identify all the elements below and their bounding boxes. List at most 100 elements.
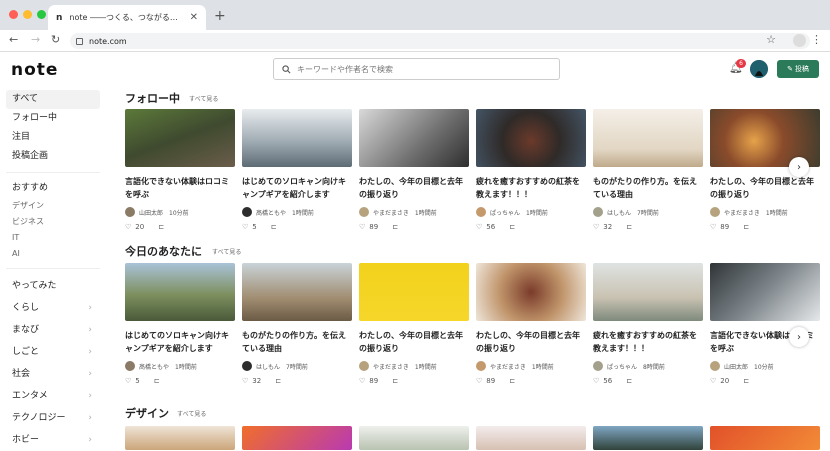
close-window-button[interactable] [9, 10, 18, 19]
heart-icon[interactable]: ♡ [125, 223, 131, 231]
article-author[interactable]: 髙橋ともや 1時間前 [125, 361, 235, 371]
user-avatar[interactable] [750, 60, 768, 78]
article-card[interactable]: ものがたりの作り方。を伝えている理由 はしもん 7時間前 ♡ 32 ⊏ [242, 263, 352, 386]
bookmark-icon[interactable]: ⊏ [271, 223, 277, 231]
sidebar-cat-technology[interactable]: テクノロジー › [6, 407, 100, 429]
sidebar-sub-business[interactable]: ビジネス [6, 214, 100, 230]
bookmark-icon[interactable]: ⊏ [509, 223, 515, 231]
minimize-window-button[interactable] [23, 10, 32, 19]
tab-close-icon[interactable]: ✕ [190, 12, 198, 23]
bookmark-icon[interactable]: ⊏ [743, 377, 749, 385]
article-card[interactable]: ものがたりの作り方。を伝えている理由 はしもん 7時間前 ♡ 32 ⊏ [593, 109, 703, 232]
article-author[interactable]: ぱっちゃん 1時間前 [476, 207, 586, 217]
sidebar-cat-work[interactable]: しごと › [6, 341, 100, 363]
heart-icon[interactable]: ♡ [359, 377, 365, 385]
article-thumbnail[interactable] [242, 426, 352, 450]
bookmark-icon[interactable]: ⊏ [392, 377, 398, 385]
address-bar[interactable]: note.com [70, 33, 810, 49]
heart-icon[interactable]: ♡ [476, 377, 482, 385]
search-box[interactable] [273, 58, 560, 80]
sidebar-cat-hobby[interactable]: ホビー › [6, 429, 100, 451]
note-logo[interactable]: note [11, 60, 58, 80]
article-author[interactable]: やまだまさき 1時間前 [476, 361, 586, 371]
article-thumbnail[interactable] [476, 109, 586, 167]
article-card[interactable]: わたしの、今年の目標と去年の振り返り やまだまさき 1時間前 ♡ 89 ⊏ [359, 263, 469, 386]
heart-icon[interactable]: ♡ [359, 223, 365, 231]
article-title[interactable]: はじめてのソロキャン向けキャンプギアを紹介します [125, 329, 235, 355]
sidebar-item-contests[interactable]: 投稿企画 [6, 147, 100, 166]
article-thumbnail[interactable] [476, 263, 586, 321]
article-card[interactable]: 言語化できない体験はロコミを呼ぶ 山田太郎 10分前 ♡ 20 ⊏ [125, 109, 235, 232]
article-title[interactable]: わたしの、今年の目標と去年の振り返り [710, 175, 820, 201]
article-card[interactable]: 疲れを癒すおすすめの紅茶を教えます！！！ ぱっちゃん 8時間前 ♡ 56 ⊏ [593, 263, 703, 386]
heart-icon[interactable]: ♡ [710, 377, 716, 385]
carousel-next-button[interactable]: › [789, 157, 809, 177]
sidebar-sub-it[interactable]: IT [6, 230, 100, 246]
reload-icon[interactable]: ↻ [51, 33, 60, 46]
article-thumbnail[interactable] [242, 109, 352, 167]
article-thumbnail[interactable] [593, 426, 703, 450]
article-thumbnail[interactable] [125, 109, 235, 167]
sidebar-cat-tried[interactable]: やってみた [6, 275, 100, 297]
article-card[interactable]: はじめてのソロキャン向けキャンプギアを紹介します 髙橋ともや 1時間前 ♡ 5 ⊏ [125, 263, 235, 386]
bookmark-icon[interactable]: ⊏ [626, 223, 632, 231]
heart-icon[interactable]: ♡ [476, 223, 482, 231]
article-title[interactable]: わたしの、今年の目標と去年の振り返り [359, 175, 469, 201]
article-thumbnail[interactable] [710, 426, 820, 450]
article-author[interactable]: ぱっちゃん 8時間前 [593, 361, 703, 371]
article-title[interactable]: わたしの、今年の目標と去年の振り返り [359, 329, 469, 355]
browser-profile-avatar[interactable] [793, 34, 806, 47]
article-author[interactable]: はしもん 7時間前 [242, 361, 352, 371]
see-all-for-you-link[interactable]: すべて見る [212, 247, 241, 256]
article-card[interactable]: わたしの、今年の目標と去年の振り返り やまだまさき 1時間前 ♡ 89 ⊏ [476, 263, 586, 386]
article-author[interactable]: やまだまさき 1時間前 [359, 207, 469, 217]
article-author[interactable]: 山田太郎 10分前 [125, 207, 235, 217]
sidebar-item-featured[interactable]: 注目 [6, 128, 100, 147]
article-card[interactable]: わたしの、今年の目標と去年の振り返り やまだまさき 1時間前 ♡ 89 ⊏ [359, 109, 469, 232]
heart-icon[interactable]: ♡ [242, 377, 248, 385]
bookmark-icon[interactable]: ⊏ [626, 377, 632, 385]
post-button[interactable]: ✎ 投稿 [777, 60, 819, 78]
browser-tab[interactable]: n note ――つくる、つながる… ✕ [48, 5, 206, 30]
article-title[interactable]: わたしの、今年の目標と去年の振り返り [476, 329, 586, 355]
article-author[interactable]: 髙橋ともや 1時間前 [242, 207, 352, 217]
heart-icon[interactable]: ♡ [125, 377, 131, 385]
sidebar-cat-learning[interactable]: まなび › [6, 319, 100, 341]
article-title[interactable]: 言語化できない体験はロコミを呼ぶ [125, 175, 235, 201]
article-title[interactable]: ものがたりの作り方。を伝えている理由 [242, 329, 352, 355]
bookmark-icon[interactable]: ⊏ [154, 377, 160, 385]
heart-icon[interactable]: ♡ [593, 377, 599, 385]
carousel-next-button[interactable]: › [789, 327, 809, 347]
article-thumbnail[interactable] [125, 426, 235, 450]
heart-icon[interactable]: ♡ [242, 223, 248, 231]
bookmark-icon[interactable]: ⊏ [275, 377, 281, 385]
bookmark-icon[interactable]: ⊏ [158, 223, 164, 231]
heart-icon[interactable]: ♡ [710, 223, 716, 231]
sidebar-cat-life[interactable]: くらし › [6, 297, 100, 319]
article-author[interactable]: やまだまさき 1時間前 [710, 207, 820, 217]
sidebar-cat-entertainment[interactable]: エンタメ › [6, 385, 100, 407]
sidebar-cat-society[interactable]: 社会 › [6, 363, 100, 385]
back-icon[interactable]: ← [9, 33, 18, 46]
browser-menu-icon[interactable]: ⋮ [811, 33, 822, 46]
article-thumbnail[interactable] [476, 426, 586, 450]
article-title[interactable]: ものがたりの作り方。を伝えている理由 [593, 175, 703, 201]
article-author[interactable]: やまだまさき 1時間前 [359, 361, 469, 371]
article-thumbnail[interactable] [242, 263, 352, 321]
bookmark-icon[interactable]: ⊏ [509, 377, 515, 385]
article-thumbnail[interactable] [710, 263, 820, 321]
sidebar-sub-ai[interactable]: AI [6, 246, 100, 262]
article-card[interactable]: 疲れを癒すおすすめの紅茶を教えます！！！ ぱっちゃん 1時間前 ♡ 56 ⊏ [476, 109, 586, 232]
bookmark-icon[interactable]: ⊏ [743, 223, 749, 231]
see-all-following-link[interactable]: すべて見る [189, 94, 218, 103]
article-thumbnail[interactable] [359, 426, 469, 450]
see-all-design-link[interactable]: すべて見る [177, 409, 206, 418]
heart-icon[interactable]: ♡ [593, 223, 599, 231]
new-tab-button[interactable]: + [214, 8, 226, 24]
article-title[interactable]: 疲れを癒すおすすめの紅茶を教えます！！！ [476, 175, 586, 201]
bookmark-icon[interactable]: ⊏ [392, 223, 398, 231]
article-thumbnail[interactable] [593, 109, 703, 167]
article-author[interactable]: 山田太郎 10分前 [710, 361, 820, 371]
article-thumbnail[interactable] [359, 263, 469, 321]
sidebar-sub-design[interactable]: デザイン [6, 198, 100, 214]
